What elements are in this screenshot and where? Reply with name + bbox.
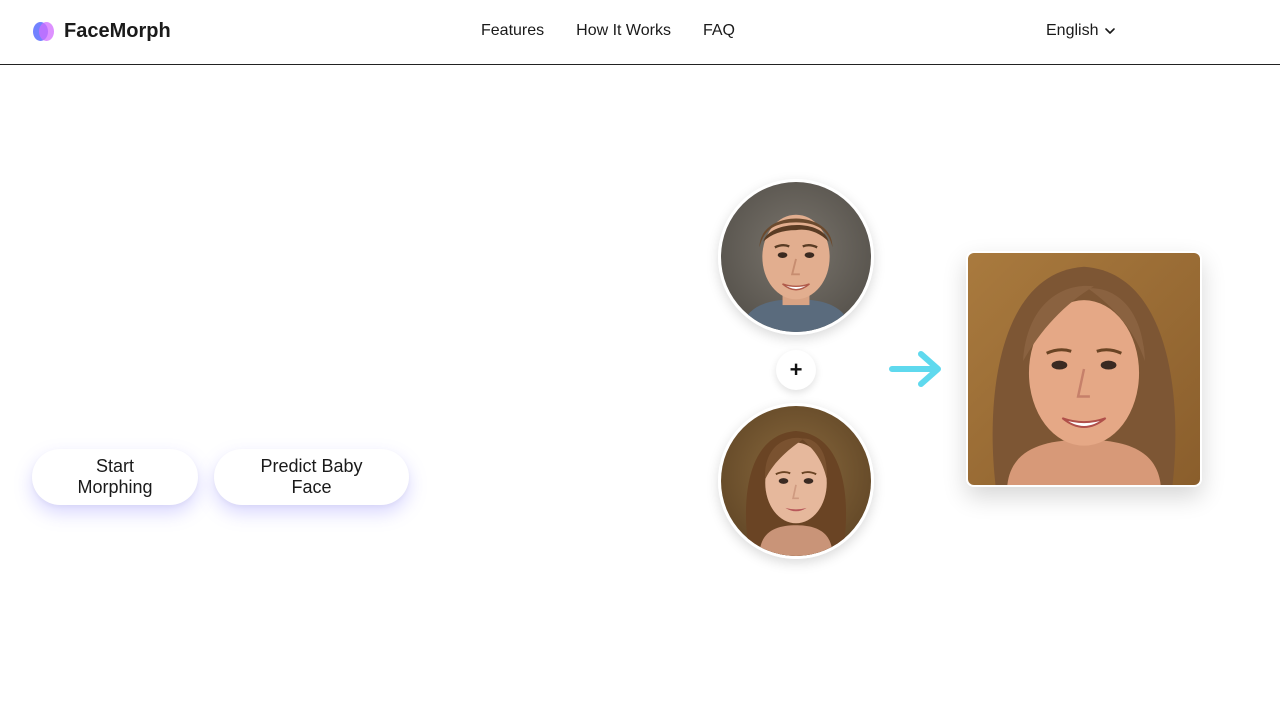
site-header: FaceMorph Features How It Works FAQ Engl… [0,0,1280,65]
main-nav: Features How It Works FAQ [481,22,735,40]
start-morphing-button[interactable]: Start Morphing [32,449,198,505]
plus-icon: + [776,350,816,390]
predict-baby-face-button[interactable]: Predict Baby Face [214,449,409,505]
language-selector[interactable]: English [1046,22,1116,40]
parent-face-male [718,179,874,335]
arrow-shaft [889,351,941,387]
chevron-down-icon [1105,28,1116,34]
language-label: English [1046,22,1099,39]
nav-features[interactable]: Features [481,22,544,40]
brand-link[interactable]: FaceMorph [33,20,171,43]
facemorph-logo-icon [33,21,54,42]
nav-faq[interactable]: FAQ [703,22,735,40]
arrow-right-icon [889,351,941,387]
morph-result-image [966,251,1202,487]
brand-name: FaceMorph [64,20,171,42]
nav-how-it-works[interactable]: How It Works [576,22,671,40]
parent-face-female [718,403,874,559]
